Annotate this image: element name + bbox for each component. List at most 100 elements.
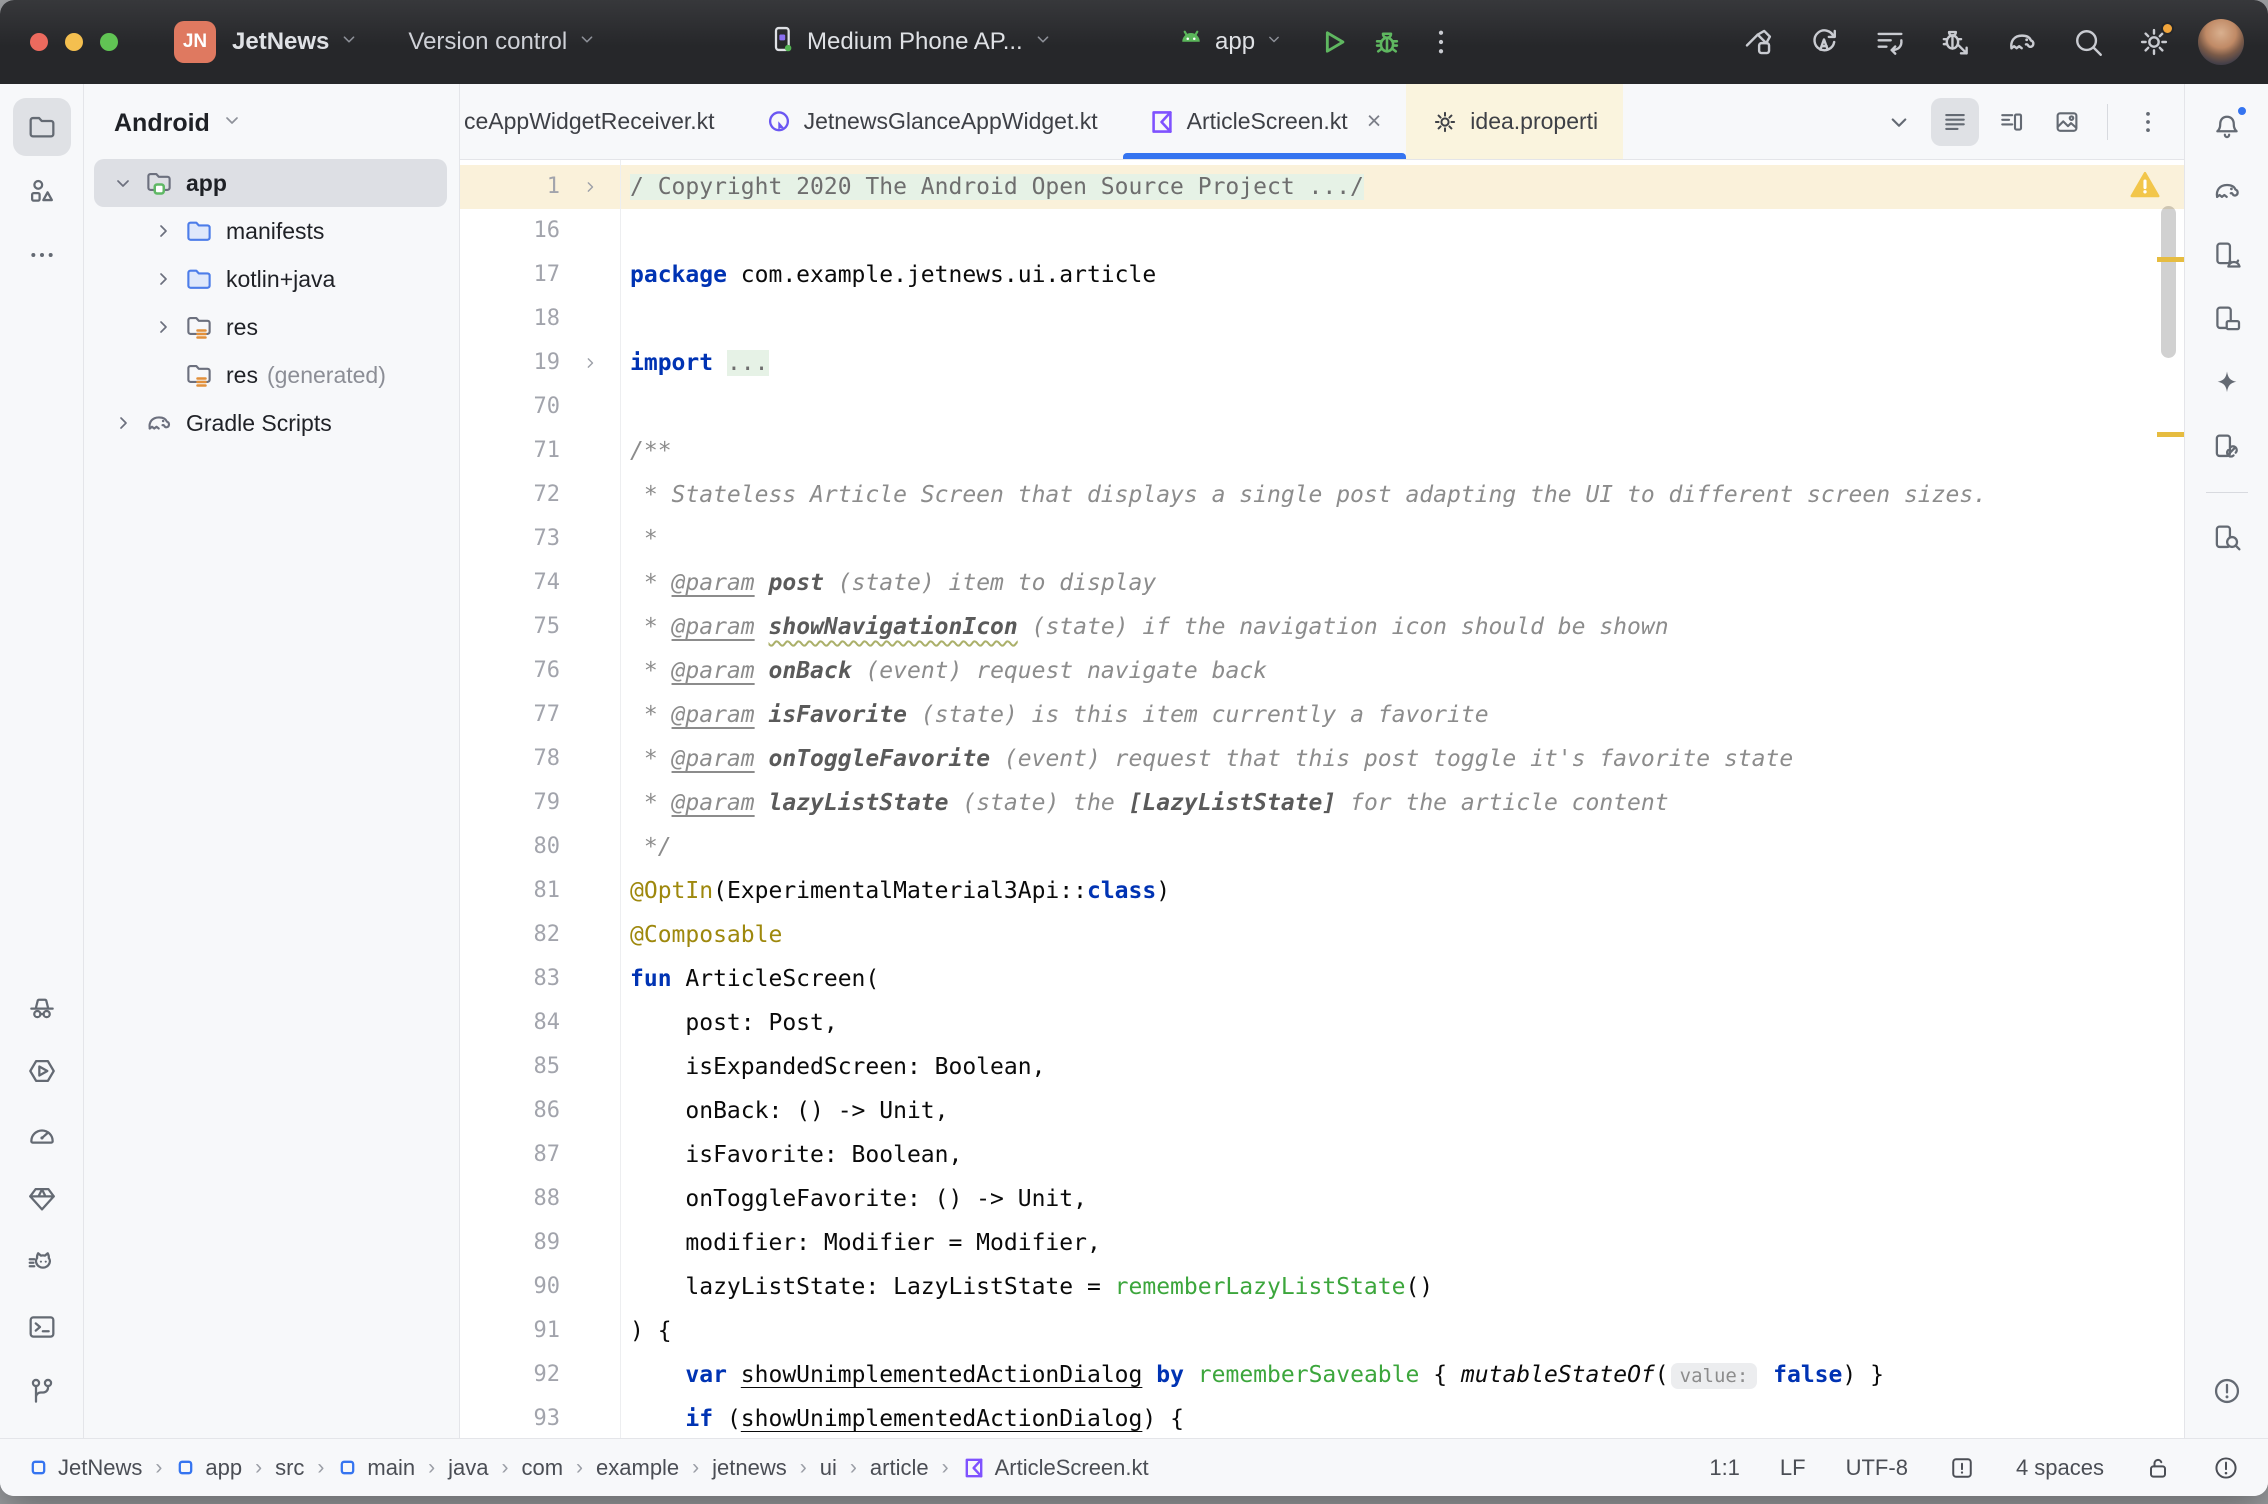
- chevron-down-icon: [338, 28, 360, 57]
- profiler-tool-button[interactable]: [13, 1106, 71, 1164]
- warning-triangle-icon: [2128, 168, 2162, 202]
- minimize-window-button[interactable]: [65, 33, 83, 51]
- apply-code-changes-button[interactable]: [1868, 20, 1912, 64]
- caret-position-widget[interactable]: 1:1: [1709, 1455, 1740, 1481]
- status-widget-label: 1:1: [1709, 1455, 1740, 1481]
- tree-row-res[interactable]: res: [94, 303, 447, 351]
- search-everywhere-button[interactable]: [2066, 20, 2110, 64]
- inspections-level-widget[interactable]: [1948, 1454, 1976, 1482]
- editor-scrollbar-thumb[interactable]: [2161, 206, 2176, 358]
- line-number: 75: [460, 605, 560, 649]
- device-mirror-icon: [2211, 431, 2243, 463]
- diamond-icon: [26, 1183, 58, 1215]
- app-quality-insights-tool-button[interactable]: [13, 978, 71, 1036]
- tab-glance-app-widget-receiver[interactable]: ceAppWidgetReceiver.kt: [460, 84, 740, 159]
- device-selector[interactable]: Medium Phone AP...: [766, 23, 1054, 62]
- tree-row-label: app: [186, 170, 227, 197]
- build-button[interactable]: [1736, 20, 1780, 64]
- logcat-tool-button[interactable]: [13, 1234, 71, 1292]
- gemini-tool-button[interactable]: [2198, 354, 2256, 412]
- editor-view-split-button[interactable]: [1987, 98, 2035, 146]
- fold-marker-icon[interactable]: [560, 165, 620, 209]
- code-text: *: [620, 517, 658, 561]
- run-config-selector[interactable]: app: [1176, 24, 1284, 61]
- chevron-right-icon[interactable]: [144, 267, 182, 291]
- chevron-right-icon[interactable]: [104, 411, 142, 435]
- notifications-button[interactable]: [2198, 98, 2256, 156]
- fold-column: [560, 1045, 620, 1089]
- running-devices-tool-button[interactable]: [2198, 290, 2256, 348]
- tree-row-manifests[interactable]: manifests: [94, 207, 447, 255]
- apply-changes-button[interactable]: [1802, 20, 1846, 64]
- zoom-window-button[interactable]: [100, 33, 118, 51]
- line-number: 77: [460, 693, 560, 737]
- breadcrumb-item-app[interactable]: app: [175, 1455, 242, 1481]
- tab-jetnews-glance-app-widget[interactable]: JetnewsGlanceAppWidget.kt: [740, 84, 1123, 159]
- settings-button[interactable]: [2132, 20, 2176, 64]
- code-text: post: Post,: [620, 1001, 838, 1045]
- run-tool-button[interactable]: [13, 1042, 71, 1100]
- device-manager-tool-button[interactable]: [2198, 226, 2256, 284]
- chevron-down-icon[interactable]: [104, 171, 142, 195]
- breadcrumb-item-ui[interactable]: ui: [820, 1455, 837, 1481]
- tree-row-app[interactable]: app: [94, 159, 447, 207]
- debug-button[interactable]: [1365, 20, 1409, 64]
- breadcrumb-item-article[interactable]: article: [870, 1455, 929, 1481]
- device-explorer-icon: [2211, 522, 2243, 554]
- fold-marker-icon[interactable]: [560, 341, 620, 385]
- more-tool-windows-button[interactable]: [13, 226, 71, 284]
- breadcrumb-item-articlescreen-kt[interactable]: ArticleScreen.kt: [962, 1455, 1149, 1481]
- problems-tool-button[interactable]: [2198, 1362, 2256, 1420]
- close-tab-icon[interactable]: ×: [1367, 107, 1382, 136]
- version-control-tool-button[interactable]: [13, 1362, 71, 1420]
- gradle-tool-button[interactable]: [2198, 162, 2256, 220]
- vcs-widget[interactable]: Version control: [408, 28, 598, 57]
- tab-article-screen[interactable]: ArticleScreen.kt×: [1123, 84, 1407, 159]
- breadcrumb-item-jetnews[interactable]: jetnews: [712, 1455, 787, 1481]
- encoding-widget[interactable]: UTF-8: [1846, 1455, 1908, 1481]
- close-window-button[interactable]: [30, 33, 48, 51]
- device-explorer-tool-button[interactable]: [2198, 509, 2256, 567]
- line-separator-widget[interactable]: LF: [1780, 1455, 1806, 1481]
- project-view-selector[interactable]: Android: [84, 96, 459, 159]
- fold-column: [560, 649, 620, 693]
- editor-view-list-button[interactable]: [1931, 98, 1979, 146]
- tab-idea-properties[interactable]: idea.properti: [1406, 84, 1623, 159]
- breadcrumb-item-java[interactable]: java: [448, 1455, 488, 1481]
- editor-view-preview-button[interactable]: [2043, 98, 2091, 146]
- problems-icon: [2211, 1375, 2243, 1407]
- tree-row-kotlin-java[interactable]: kotlin+java: [94, 255, 447, 303]
- tree-row-res[interactable]: res(generated): [94, 351, 447, 399]
- play-icon: [1316, 25, 1350, 59]
- resource-manager-tool-button[interactable]: [13, 162, 71, 220]
- project-tool-button[interactable]: [13, 98, 71, 156]
- gradle-sync-button[interactable]: [2000, 20, 2044, 64]
- error-analysis-widget[interactable]: [2212, 1454, 2240, 1482]
- attach-debugger-button[interactable]: [1934, 20, 1978, 64]
- breadcrumb-item-jetnews[interactable]: JetNews: [28, 1455, 142, 1481]
- breadcrumb-item-example[interactable]: example: [596, 1455, 679, 1481]
- breadcrumb-item-com[interactable]: com: [521, 1455, 563, 1481]
- notification-dot: [2235, 104, 2249, 118]
- write-access-widget[interactable]: [2144, 1454, 2172, 1482]
- tree-row-gradle-scripts[interactable]: Gradle Scripts: [94, 399, 447, 447]
- code-text: @Composable: [620, 913, 782, 957]
- code-editor[interactable]: 1/ Copyright 2020 The Android Open Sourc…: [460, 160, 2184, 1438]
- more-run-actions-button[interactable]: [1419, 20, 1463, 64]
- indent-widget[interactable]: 4 spaces: [2016, 1455, 2104, 1481]
- fold-column: [560, 1265, 620, 1309]
- tab-list-button[interactable]: [1875, 98, 1923, 146]
- code-text: import ...: [620, 341, 769, 385]
- inspections-warning-icon[interactable]: [2128, 168, 2162, 208]
- chevron-right-icon[interactable]: [144, 315, 182, 339]
- device-mirroring-tool-button[interactable]: [2198, 418, 2256, 476]
- app-inspection-tool-button[interactable]: [13, 1170, 71, 1228]
- project-menu[interactable]: JetNews: [232, 28, 360, 57]
- run-button[interactable]: [1311, 20, 1355, 64]
- user-avatar[interactable]: [2198, 19, 2244, 65]
- terminal-tool-button[interactable]: [13, 1298, 71, 1356]
- editor-options-button[interactable]: [2124, 98, 2172, 146]
- chevron-right-icon[interactable]: [144, 219, 182, 243]
- breadcrumb-item-src[interactable]: src: [275, 1455, 304, 1481]
- breadcrumb-item-main[interactable]: main: [337, 1455, 415, 1481]
